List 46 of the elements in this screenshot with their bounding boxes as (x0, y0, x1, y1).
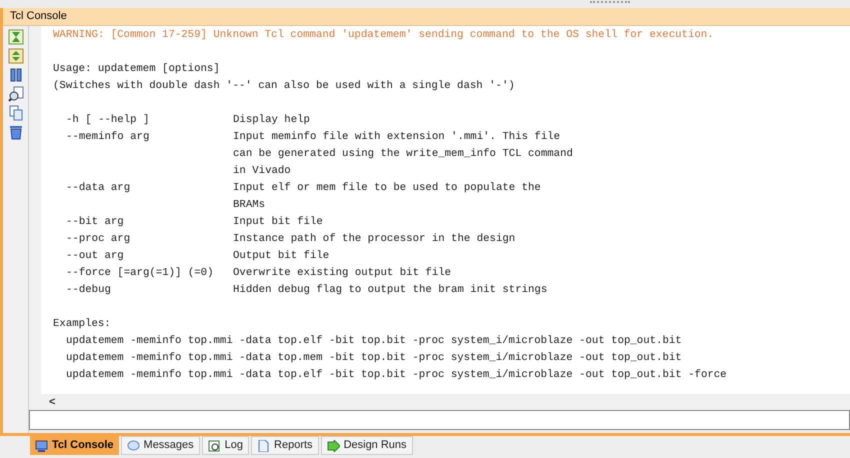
option-name: --out arg (66, 249, 124, 264)
option-name: -h [ --help ] (66, 113, 150, 128)
log-icon (208, 440, 221, 452)
console-icon (35, 440, 48, 452)
arrow-icon (326, 440, 340, 452)
console-line: Usage: updatemem [options] (53, 62, 220, 77)
option-name: --data arg (66, 181, 130, 196)
panel-tab[interactable]: Reports (251, 436, 319, 455)
scroll-left-button[interactable]: < (49, 394, 56, 410)
panel-title: Tcl Console (10, 9, 67, 24)
option-description: in Vivado (233, 164, 291, 179)
option-description: BRAMs (233, 198, 266, 213)
document-icon (257, 440, 270, 452)
expand-icon[interactable] (8, 48, 24, 64)
copy-icon[interactable] (8, 105, 24, 121)
panel-tab[interactable]: Messages (120, 436, 200, 455)
panel-tab[interactable]: Design Runs (320, 436, 413, 455)
example-command: updatemem -meminfo top.mmi -data top.mem -bit top.bit -proc system_i/microblaze -out top_out.bit (66, 351, 682, 366)
examples-heading: Examples: (53, 317, 111, 332)
panel-tab[interactable]: Log (202, 436, 250, 455)
option-description: Output bit file (233, 249, 330, 264)
option-name: --proc arg (66, 232, 130, 247)
option-description: Input bit file (233, 215, 323, 230)
example-command: updatemem -meminfo top.mmi -data top.elf -bit top.bit -proc system_i/microblaze -out top_out.bit -force (66, 368, 727, 383)
command-input-field[interactable] (29, 410, 850, 430)
option-description: Instance path of the processor in the design (233, 232, 516, 247)
option-description: Input elf or mem file to be used to populate the (233, 181, 541, 196)
option-description: Display help (233, 113, 310, 128)
trash-icon[interactable] (8, 124, 24, 140)
speech-bubble-icon (126, 440, 140, 452)
search-icon[interactable] (8, 86, 24, 102)
collapse-icon[interactable] (8, 29, 24, 45)
option-description: Hidden debug flag to output the bram init strings (233, 283, 548, 298)
option-name: --meminfo arg (66, 130, 150, 145)
example-command: updatemem -meminfo top.mmi -data top.elf -bit top.bit -proc system_i/microblaze -out top_out.bit (66, 334, 682, 349)
option-name: --bit arg (66, 215, 124, 230)
option-name: --force [=arg(=1)] (=0) (66, 266, 214, 281)
console-line: (Switches with double dash '--' can also be used with a single dash '-') (53, 79, 515, 94)
pause-icon[interactable] (8, 67, 24, 83)
option-description: Input meminfo file with extension '.mmi'. This file (233, 130, 560, 145)
option-description: Overwrite existing output bit file (233, 266, 452, 281)
warning-line: WARNING: [Common 17-259] Unknown Tcl command 'updatemem' sending command to the OS shell for execution. (53, 28, 714, 43)
option-description: can be generated using the write_mem_info TCL command (233, 147, 573, 162)
panel-tab[interactable]: Tcl Console (30, 436, 119, 455)
option-name: --debug (66, 283, 111, 298)
grip-handle[interactable] (590, 1, 630, 4)
